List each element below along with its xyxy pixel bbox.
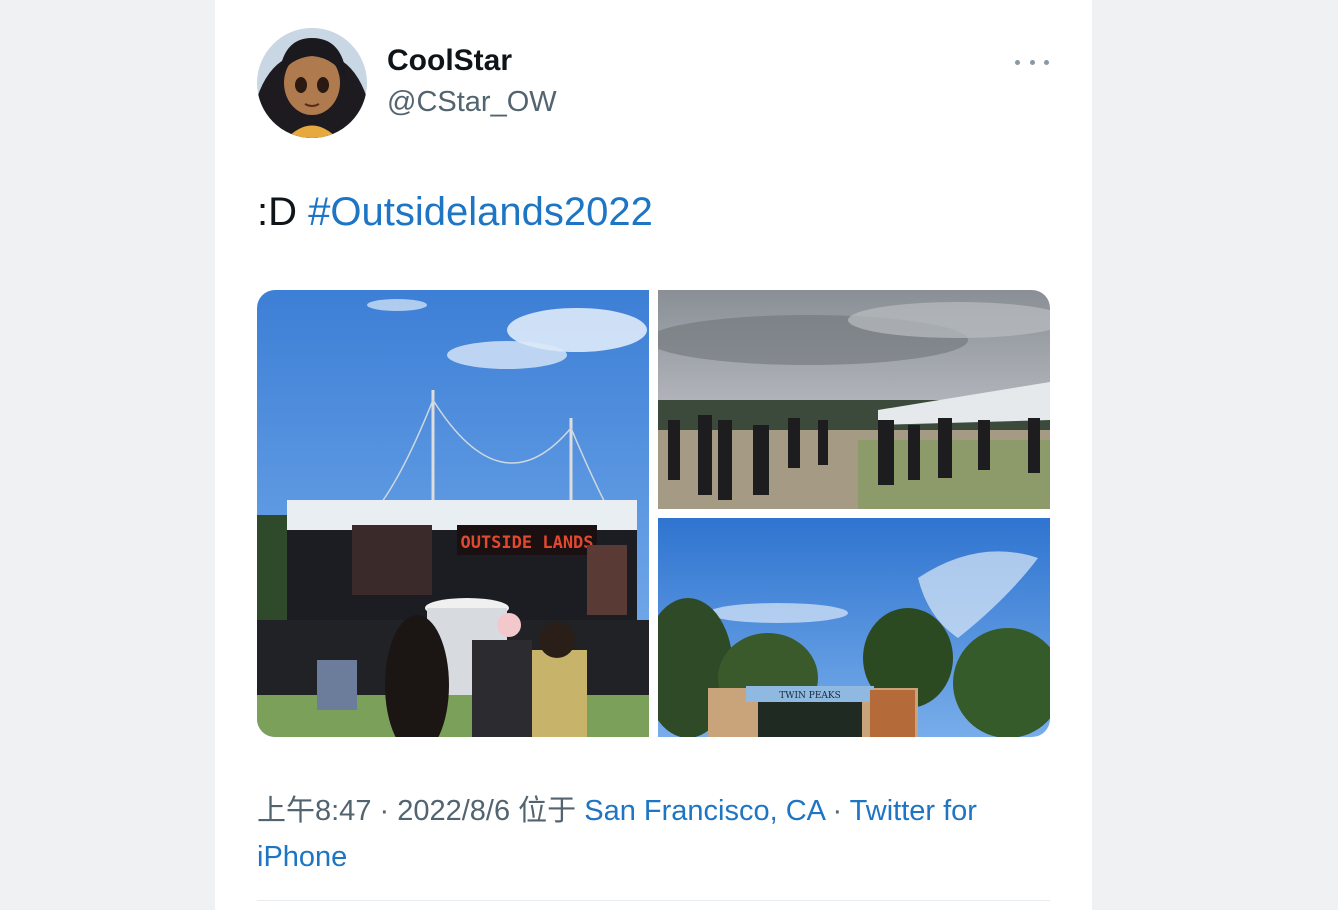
entrance-sign-text: TWIN PEAKS (779, 691, 841, 701)
user-handle[interactable]: @CStar_OW (387, 86, 557, 119)
more-horizontal-icon (1015, 59, 1020, 65)
avatar-image (257, 28, 367, 138)
entrance-photo[interactable]: TWIN PEAKS (658, 518, 1050, 737)
media-grid: OUTSIDE LANDS TWIN PEAKS (257, 290, 1050, 737)
tweet-metadata: 上午8:47 · 2022/8/6 位于 San Francisco, CA ·… (257, 795, 977, 873)
divider (257, 900, 1050, 901)
tweet-date[interactable]: 2022/8/6 (397, 795, 510, 827)
hashtag-link[interactable]: #Outsidelands2022 (308, 190, 653, 234)
location-link[interactable]: San Francisco, CA (584, 795, 824, 827)
stage-photo[interactable]: OUTSIDE LANDS (257, 290, 649, 737)
display-name[interactable]: CoolStar (387, 44, 512, 78)
crowd-photo[interactable] (658, 290, 1050, 509)
avatar[interactable] (257, 28, 367, 138)
stage-sign-text: OUTSIDE LANDS (460, 533, 593, 553)
tweet-text-prefix: :D (257, 190, 309, 234)
tweet-card: CoolStar @CStar_OW :D #Outsidelands2022 (215, 0, 1092, 910)
tweet-text: :D #Outsidelands2022 (257, 190, 653, 235)
tweet-time[interactable]: 上午8:47 (257, 795, 371, 827)
more-options-button[interactable] (1015, 52, 1049, 72)
